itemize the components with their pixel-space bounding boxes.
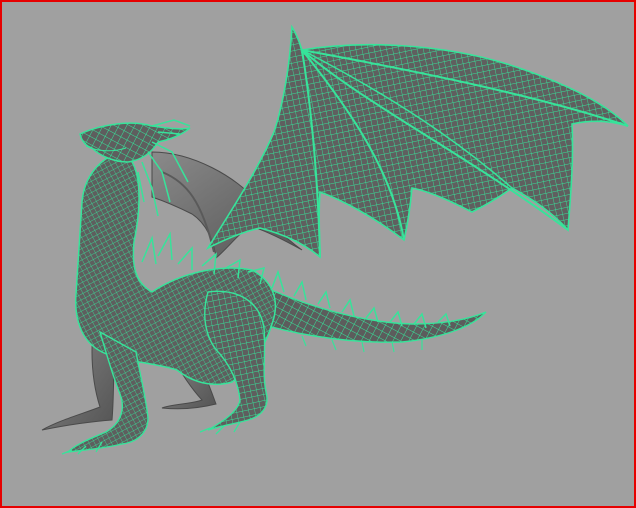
dragon-scene[interactable]	[2, 2, 636, 508]
near-wing-wireframe	[205, 24, 629, 259]
viewport-panel[interactable]	[0, 0, 636, 508]
